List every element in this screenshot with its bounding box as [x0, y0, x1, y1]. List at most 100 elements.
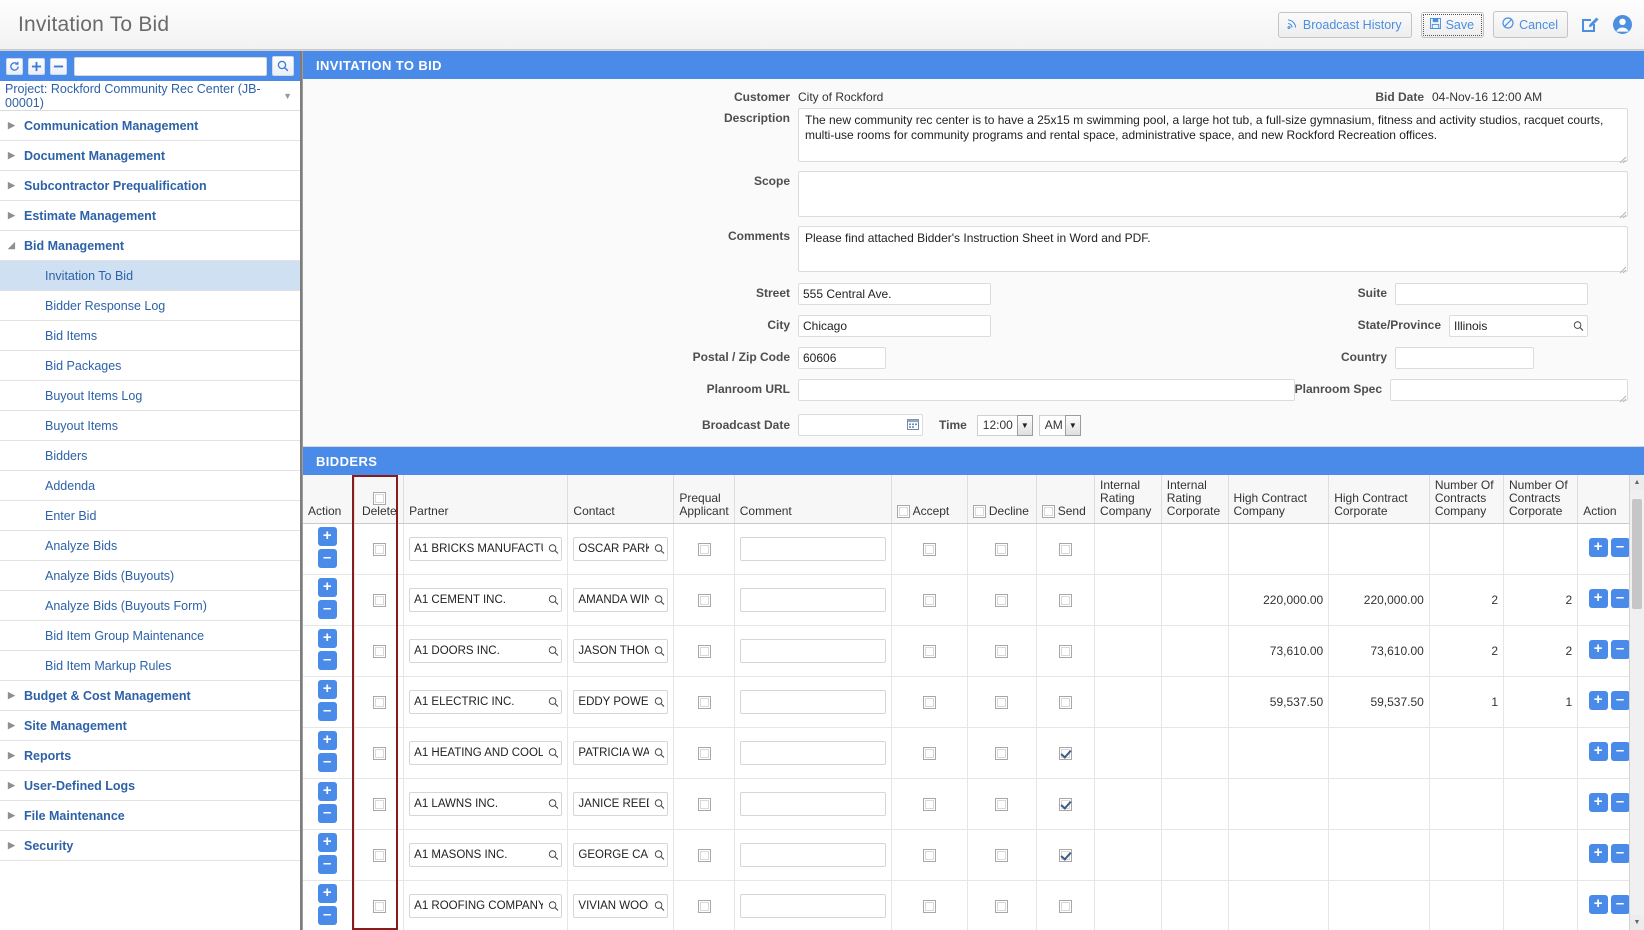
remove-row-button[interactable]: –: [317, 701, 337, 721]
sidebar-item-bidder-response-log[interactable]: Bidder Response Log: [0, 291, 300, 321]
remove-row-button-right[interactable]: –: [1610, 690, 1630, 710]
sidebar-item-analyze-bids-buyouts[interactable]: Analyze Bids (Buyouts): [0, 561, 300, 591]
time-select[interactable]: 12:00 ▼: [976, 414, 1033, 436]
partner-lookup-icon[interactable]: [548, 696, 559, 707]
country-input[interactable]: [1395, 347, 1534, 369]
comment-input[interactable]: [739, 791, 886, 816]
decline-checkbox[interactable]: [995, 747, 1009, 761]
prequal-applicant-checkbox[interactable]: [697, 798, 711, 812]
sidebar-item-addenda[interactable]: Addenda: [0, 471, 300, 501]
sidebar-item-bid-item-group-maintenance[interactable]: Bid Item Group Maintenance: [0, 621, 300, 651]
partner-input[interactable]: [409, 893, 563, 918]
add-row-button-right[interactable]: +: [1588, 741, 1608, 761]
remove-row-button-right[interactable]: –: [1610, 894, 1630, 914]
partner-lookup-icon[interactable]: [548, 747, 559, 758]
decline-checkbox[interactable]: [995, 696, 1009, 710]
search-icon[interactable]: [272, 56, 294, 76]
sidebar-item-bid-item-markup-rules[interactable]: Bid Item Markup Rules: [0, 651, 300, 681]
prequal-applicant-checkbox[interactable]: [697, 594, 711, 608]
contact-lookup-icon[interactable]: [654, 645, 665, 656]
remove-row-button[interactable]: –: [317, 803, 337, 823]
planroom-url-input[interactable]: [798, 379, 1295, 401]
partner-input[interactable]: [409, 638, 563, 663]
comment-input[interactable]: [739, 689, 886, 714]
prequal-applicant-checkbox[interactable]: [697, 747, 711, 761]
remove-row-button-right[interactable]: –: [1610, 741, 1630, 761]
partner-lookup-icon[interactable]: [548, 594, 559, 605]
row-delete-checkbox[interactable]: [372, 594, 386, 608]
sidebar-item-communication-management[interactable]: ▶ Communication Management: [0, 111, 300, 141]
sidebar-item-budget-cost-management[interactable]: ▶ Budget & Cost Management: [0, 681, 300, 711]
bidders-vertical-scrollbar[interactable]: ▲ ▼: [1629, 475, 1644, 930]
sidebar-item-subcontractor-prequalification[interactable]: ▶ Subcontractor Prequalification: [0, 171, 300, 201]
send-checkbox[interactable]: [1058, 645, 1072, 659]
decline-checkbox[interactable]: [995, 594, 1009, 608]
send-all-checkbox[interactable]: [1041, 504, 1055, 518]
add-row-button-right[interactable]: +: [1588, 843, 1608, 863]
decline-checkbox[interactable]: [995, 798, 1009, 812]
add-row-button[interactable]: +: [317, 730, 337, 750]
remove-row-button-right[interactable]: –: [1610, 843, 1630, 863]
row-delete-checkbox[interactable]: [372, 696, 386, 710]
expand-all-icon[interactable]: [28, 57, 45, 75]
contact-lookup-icon[interactable]: [654, 900, 665, 911]
delete-all-checkbox[interactable]: [372, 491, 386, 505]
remove-row-button[interactable]: –: [317, 650, 337, 670]
prequal-applicant-checkbox[interactable]: [697, 849, 711, 863]
add-row-button[interactable]: +: [317, 883, 337, 903]
remove-row-button-right[interactable]: –: [1610, 588, 1630, 608]
contact-lookup-icon[interactable]: [654, 849, 665, 860]
meridiem-select[interactable]: AM ▼: [1038, 414, 1081, 436]
row-delete-checkbox[interactable]: [372, 798, 386, 812]
add-row-button-right[interactable]: +: [1588, 639, 1608, 659]
contact-lookup-icon[interactable]: [654, 747, 665, 758]
add-row-button-right[interactable]: +: [1588, 588, 1608, 608]
contact-lookup-icon[interactable]: [654, 594, 665, 605]
add-row-button[interactable]: +: [317, 628, 337, 648]
sidebar-item-estimate-management[interactable]: ▶ Estimate Management: [0, 201, 300, 231]
partner-lookup-icon[interactable]: [548, 645, 559, 656]
comment-input[interactable]: [739, 893, 886, 918]
row-delete-checkbox[interactable]: [372, 645, 386, 659]
add-row-button[interactable]: +: [317, 679, 337, 699]
project-selector[interactable]: Project: Rockford Community Rec Center (…: [0, 81, 300, 111]
accept-all-checkbox[interactable]: [896, 504, 910, 518]
add-row-button[interactable]: +: [317, 781, 337, 801]
comment-input[interactable]: [739, 842, 886, 867]
sidebar-item-buyout-items[interactable]: Buyout Items: [0, 411, 300, 441]
send-checkbox[interactable]: [1058, 543, 1072, 557]
contact-lookup-icon[interactable]: [654, 696, 665, 707]
accept-checkbox[interactable]: [922, 594, 936, 608]
partner-lookup-icon[interactable]: [548, 849, 559, 860]
sidebar-item-invitation-to-bid[interactable]: Invitation To Bid: [0, 261, 300, 291]
sidebar-item-document-management[interactable]: ▶ Document Management: [0, 141, 300, 171]
send-checkbox[interactable]: [1058, 798, 1072, 812]
decline-checkbox[interactable]: [995, 900, 1009, 914]
send-checkbox[interactable]: [1058, 747, 1072, 761]
sidebar-item-file-maintenance[interactable]: ▶ File Maintenance: [0, 801, 300, 831]
prequal-applicant-checkbox[interactable]: [697, 696, 711, 710]
partner-input[interactable]: [409, 791, 563, 816]
sidebar-item-bid-items[interactable]: Bid Items: [0, 321, 300, 351]
save-button[interactable]: Save: [1420, 11, 1485, 38]
sidebar-item-analyze-bids[interactable]: Analyze Bids: [0, 531, 300, 561]
accept-checkbox[interactable]: [922, 543, 936, 557]
add-row-button[interactable]: +: [317, 577, 337, 597]
partner-input[interactable]: [409, 689, 563, 714]
planroom-spec-textarea[interactable]: [1390, 379, 1628, 401]
accept-checkbox[interactable]: [922, 747, 936, 761]
broadcast-history-button[interactable]: Broadcast History: [1277, 11, 1412, 38]
partner-input[interactable]: [409, 536, 563, 561]
collapse-all-icon[interactable]: [50, 57, 67, 75]
sidebar-item-user-defined-logs[interactable]: ▶ User-Defined Logs: [0, 771, 300, 801]
partner-input[interactable]: [409, 587, 563, 612]
edit-icon[interactable]: [1577, 13, 1601, 37]
sidebar-item-enter-bid[interactable]: Enter Bid: [0, 501, 300, 531]
sidebar-item-bidders[interactable]: Bidders: [0, 441, 300, 471]
comment-input[interactable]: [739, 638, 886, 663]
row-delete-checkbox[interactable]: [372, 849, 386, 863]
scope-textarea[interactable]: [798, 171, 1628, 217]
description-textarea[interactable]: [798, 108, 1628, 162]
partner-input[interactable]: [409, 842, 563, 867]
row-delete-checkbox[interactable]: [372, 543, 386, 557]
